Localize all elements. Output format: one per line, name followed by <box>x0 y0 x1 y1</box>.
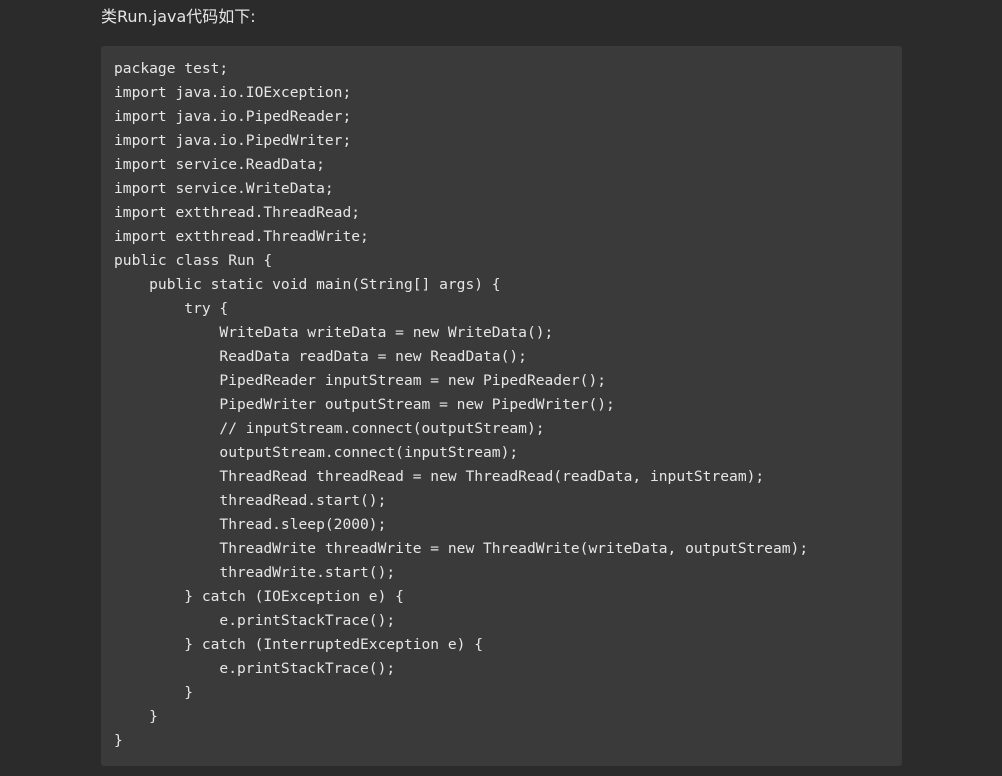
code-line: try { <box>114 300 229 317</box>
code-line: } catch (IOException e) { <box>114 588 404 605</box>
code-line: e.printStackTrace(); <box>114 660 396 677</box>
code-line: } <box>114 684 194 701</box>
code-line: import java.io.PipedWriter; <box>114 132 352 149</box>
code-line: } catch (InterruptedException e) { <box>114 636 484 653</box>
code-line: public static void main(String[] args) { <box>114 276 501 293</box>
code-line: import service.WriteData; <box>114 180 334 197</box>
code-line: PipedWriter outputStream = new PipedWrit… <box>114 396 615 413</box>
code-line: threadRead.start(); <box>114 492 387 509</box>
code-line: import extthread.ThreadWrite; <box>114 228 369 245</box>
code-line: ReadData readData = new ReadData(); <box>114 348 527 365</box>
code-line: import java.io.PipedReader; <box>114 108 352 125</box>
code-line: // inputStream.connect(outputStream); <box>114 420 545 437</box>
code-line: threadWrite.start(); <box>114 564 396 581</box>
code-line: import java.io.IOException; <box>114 84 352 101</box>
code-line: e.printStackTrace(); <box>114 612 396 629</box>
code-line: PipedReader inputStream = new PipedReade… <box>114 372 607 389</box>
code-line: ThreadRead threadRead = new ThreadRead(r… <box>114 468 765 485</box>
code-line: } <box>114 708 158 725</box>
code-block[interactable]: package test; import java.io.IOException… <box>101 46 902 766</box>
code-line: import service.ReadData; <box>114 156 325 173</box>
code-line: outputStream.connect(inputStream); <box>114 444 519 461</box>
intro-text: 类Run.java代码如下: <box>101 7 256 26</box>
code-line: WriteData writeData = new WriteData(); <box>114 324 554 341</box>
code-line: import extthread.ThreadRead; <box>114 204 361 221</box>
code-line: } <box>114 732 123 749</box>
code-line: package test; <box>114 60 229 77</box>
code-line: public class Run { <box>114 252 273 269</box>
code-line: Thread.sleep(2000); <box>114 516 387 533</box>
code-line: ThreadWrite threadWrite = new ThreadWrit… <box>114 540 809 557</box>
